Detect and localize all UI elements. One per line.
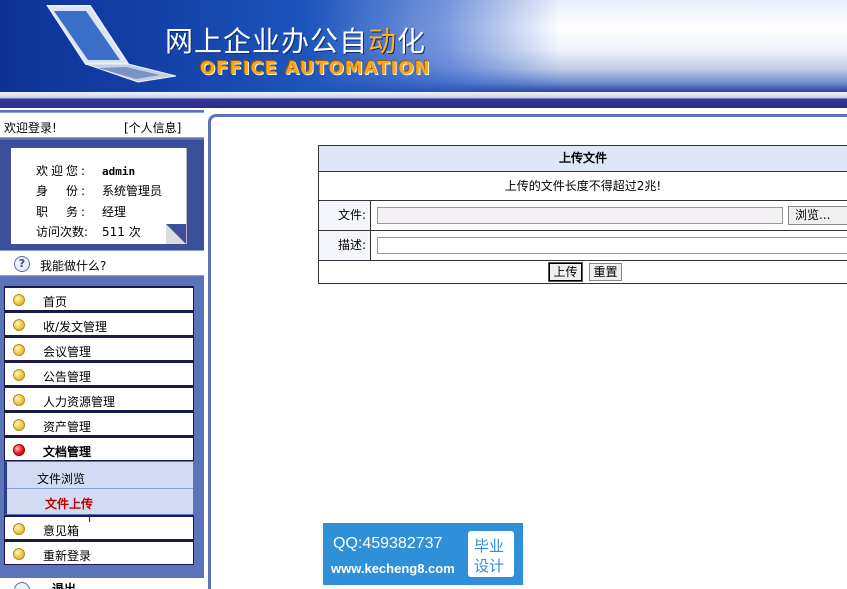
bullet-icon bbox=[13, 369, 25, 381]
upload-size-note: 上传的文件长度不得超过2兆! bbox=[319, 172, 847, 201]
watermark-url: www.kecheng8.com bbox=[331, 561, 455, 576]
bullet-icon bbox=[13, 344, 25, 356]
help-icon: ? bbox=[14, 256, 30, 272]
watermark-badge: 毕业 设计 bbox=[468, 531, 514, 577]
upload-form: 上传文件 上传的文件长度不得超过2兆! 文件: 浏览... 描述: 上传 重置 bbox=[318, 145, 847, 284]
bullet-icon bbox=[13, 319, 25, 331]
upload-button[interactable]: 上传 bbox=[548, 262, 583, 282]
user-info-card: 欢迎您: admin 身 份: 系统管理员 职 务: 经理 访问次数: 511 次 bbox=[11, 148, 187, 244]
description-row: 描述: bbox=[319, 231, 847, 261]
logout-label: 退出 bbox=[52, 582, 77, 589]
nav-menu: 首页 收/发文管理 会议管理 公告管理 人力资源管理 资产管理 文档管理 文件浏… bbox=[4, 286, 194, 565]
menu-item-meetings[interactable]: 会议管理 bbox=[4, 336, 194, 361]
file-path-input[interactable] bbox=[377, 207, 783, 224]
reset-button[interactable]: 重置 bbox=[589, 263, 622, 281]
menu-item-documents-inout[interactable]: 收/发文管理 bbox=[4, 311, 194, 336]
document-submenu: 文件浏览 文件上传 bbox=[4, 461, 194, 515]
text-cursor-icon: I bbox=[88, 512, 92, 525]
bullet-icon bbox=[13, 394, 25, 406]
bullet-icon bbox=[13, 294, 25, 306]
watermark-qq: QQ:459382737 bbox=[333, 535, 443, 552]
upload-form-heading: 上传文件 bbox=[319, 146, 847, 172]
header-bottom-bar bbox=[0, 92, 847, 108]
active-bullet-icon bbox=[13, 444, 25, 456]
page-fold-decoration bbox=[166, 224, 186, 244]
welcome-bar: 欢迎登录! [个人信息] bbox=[0, 112, 204, 138]
bullet-icon bbox=[13, 523, 25, 535]
info-row-welcome: 欢迎您: admin bbox=[36, 164, 136, 178]
description-input[interactable] bbox=[377, 237, 847, 254]
file-row: 文件: 浏览... bbox=[319, 201, 847, 231]
form-buttons: 上传 重置 bbox=[319, 261, 847, 283]
app-subtitle: OFFICE AUTOMATION bbox=[200, 58, 431, 79]
logout-icon bbox=[14, 582, 30, 589]
menu-item-announcements[interactable]: 公告管理 bbox=[4, 361, 194, 386]
menu-item-hr[interactable]: 人力资源管理 bbox=[4, 386, 194, 411]
menu-item-relogin[interactable]: 重新登录 bbox=[4, 540, 194, 565]
info-row-role: 身 份: 系统管理员 bbox=[36, 184, 163, 198]
info-row-title: 职 务: 经理 bbox=[36, 205, 127, 219]
browse-button[interactable]: 浏览... bbox=[788, 206, 847, 225]
bullet-icon bbox=[13, 548, 25, 560]
logout-bar[interactable]: 退出 bbox=[0, 578, 204, 589]
help-label: 我能做什么? bbox=[40, 259, 107, 273]
menu-item-document-management[interactable]: 文档管理 bbox=[4, 436, 194, 461]
submenu-divider bbox=[7, 488, 193, 489]
submenu-file-upload[interactable]: 文件上传 bbox=[45, 495, 93, 512]
laptop-icon bbox=[46, 5, 177, 83]
info-row-visits: 访问次数: 511 次 bbox=[36, 225, 141, 239]
description-label: 描述: bbox=[319, 231, 371, 260]
welcome-text: 欢迎登录! bbox=[4, 121, 57, 135]
watermark-banner: QQ:459382737 www.kecheng8.com 毕业 设计 bbox=[323, 523, 523, 585]
menu-item-suggestion-box[interactable]: 意见箱 bbox=[4, 515, 194, 540]
menu-item-home[interactable]: 首页 bbox=[4, 286, 194, 311]
help-bar[interactable]: ? 我能做什么? bbox=[0, 250, 204, 276]
user-info-panel: 欢迎您: admin 身 份: 系统管理员 职 务: 经理 访问次数: 511 次 bbox=[0, 140, 204, 252]
sidebar: 欢迎登录! [个人信息] 欢迎您: admin 身 份: 系统管理员 职 务: 经理 … bbox=[0, 110, 204, 589]
profile-link[interactable]: [个人信息] bbox=[124, 119, 181, 136]
menu-item-assets[interactable]: 资产管理 bbox=[4, 411, 194, 436]
file-label: 文件: bbox=[319, 201, 371, 230]
header-banner: 网上企业办公自动化 OFFICE AUTOMATION bbox=[0, 0, 847, 108]
app-title: 网上企业办公自动化 bbox=[165, 25, 427, 58]
submenu-file-browse[interactable]: 文件浏览 bbox=[37, 470, 85, 487]
bullet-icon bbox=[13, 419, 25, 431]
